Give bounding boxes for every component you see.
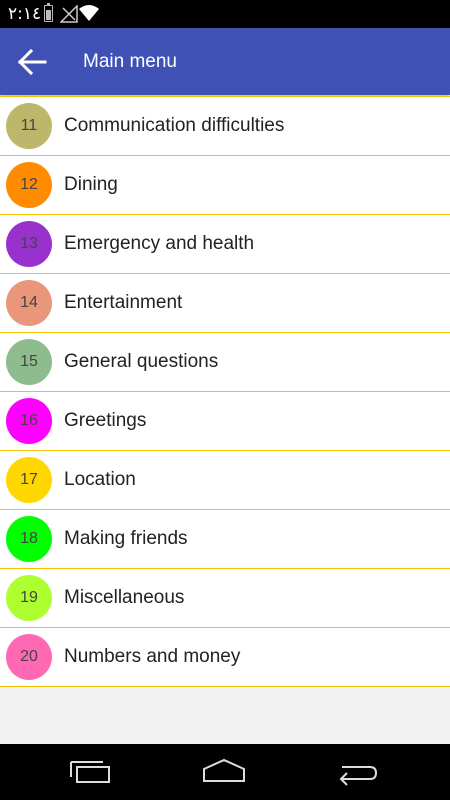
list-item[interactable]: 13 Emergency and health	[0, 215, 450, 274]
number-badge: 17	[6, 457, 52, 503]
number-badge: 11	[6, 103, 52, 149]
back-nav-button[interactable]	[336, 757, 380, 787]
list-item-label: Communication difficulties	[64, 115, 285, 136]
number-badge: 15	[6, 339, 52, 385]
number-badge: 14	[6, 280, 52, 326]
list-item-label: Greetings	[64, 410, 147, 431]
recent-apps-icon	[70, 761, 110, 783]
page-title: Main menu	[83, 51, 177, 72]
list-item[interactable]: 12 Dining	[0, 156, 450, 215]
list-item[interactable]: 14 Entertainment	[0, 274, 450, 333]
list-item[interactable]: 18 Making friends	[0, 510, 450, 569]
back-icon	[339, 766, 378, 786]
status-bar: ٢:١٤	[0, 0, 450, 28]
number-badge: 12	[6, 162, 52, 208]
home-button[interactable]	[202, 757, 246, 787]
signal-icon	[60, 5, 78, 23]
navigation-bar	[0, 744, 450, 800]
arrow-left-icon	[17, 48, 47, 76]
number-badge: 18	[6, 516, 52, 562]
home-icon	[203, 758, 245, 782]
list-item-label: Numbers and money	[64, 646, 241, 667]
status-time: ٢:١٤	[8, 4, 42, 24]
number-badge: 19	[6, 575, 52, 621]
number-badge: 20	[6, 634, 52, 680]
list-item-label: General questions	[64, 351, 219, 372]
list-item-label: Dining	[64, 174, 118, 195]
list-item-label: Miscellaneous	[64, 587, 185, 608]
topic-list: 11 Communication difficulties 12 Dining …	[0, 96, 450, 687]
app-bar: Main menu	[0, 28, 450, 95]
back-button[interactable]	[12, 42, 52, 82]
number-badge: 13	[6, 221, 52, 267]
screen: ٢:١٤ Main menu 11 Communication difficul…	[0, 0, 450, 800]
battery-icon	[44, 3, 53, 22]
list-item[interactable]: 11 Communication difficulties	[0, 97, 450, 156]
recent-apps-button[interactable]	[68, 757, 112, 787]
list-item[interactable]: 20 Numbers and money	[0, 628, 450, 687]
list-item-label: Emergency and health	[64, 233, 255, 254]
list-item[interactable]: 15 General questions	[0, 333, 450, 392]
list-item[interactable]: 16 Greetings	[0, 392, 450, 451]
list-item[interactable]: 19 Miscellaneous	[0, 569, 450, 628]
list-item-label: Location	[64, 469, 136, 490]
number-badge: 16	[6, 398, 52, 444]
list-item-label: Making friends	[64, 528, 188, 549]
list-item-label: Entertainment	[64, 292, 183, 313]
wifi-icon	[79, 5, 99, 21]
list-item[interactable]: 17 Location	[0, 451, 450, 510]
